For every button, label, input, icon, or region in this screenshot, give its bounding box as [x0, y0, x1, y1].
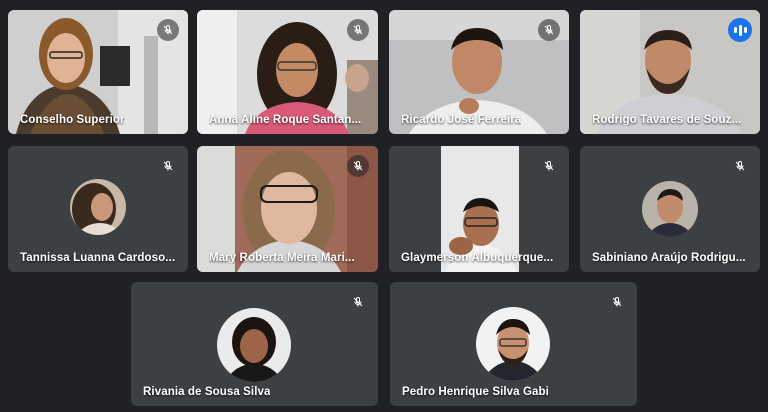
mic-off-icon: [157, 19, 179, 41]
participant-tile-mary-roberta[interactable]: Mary Roberta Meira Mari...: [197, 146, 378, 272]
participant-name: Ricardo José Ferreira: [401, 114, 522, 126]
participant-name: Conselho Superior: [20, 114, 125, 126]
participant-tile-glaymerson[interactable]: Glaymerson Albuquerque...: [389, 146, 569, 272]
avatar: [476, 307, 550, 381]
mic-off-icon: [157, 155, 179, 177]
mic-off-icon: [538, 155, 560, 177]
avatar: [642, 181, 698, 237]
participant-name: Glaymerson Albuquerque...: [401, 252, 554, 264]
mic-off-icon: [606, 291, 628, 313]
participant-tile-rivania[interactable]: Rivania de Sousa Silva: [131, 282, 378, 406]
participant-tile-ricardo-jose[interactable]: Ricardo José Ferreira: [389, 10, 569, 134]
participant-tile-sabiniano[interactable]: Sabiniano Araújo Rodrigu...: [580, 146, 760, 272]
participant-name: Mary Roberta Meira Mari...: [209, 252, 355, 264]
speaking-indicator-icon: [728, 18, 752, 42]
mic-off-icon: [347, 155, 369, 177]
mic-off-icon: [347, 19, 369, 41]
avatar: [70, 179, 126, 235]
participant-name: Rodrigo Tavares de Souz...: [592, 114, 742, 126]
participant-name: Sabiniano Araújo Rodrigu...: [592, 252, 746, 264]
mic-off-icon: [538, 19, 560, 41]
participant-tile-anna-aline[interactable]: Anna Aline Roque Santan...: [197, 10, 378, 134]
participant-name: Rivania de Sousa Silva: [143, 386, 271, 398]
participant-tile-tannissa-luanna[interactable]: Tannissa Luanna Cardoso...: [8, 146, 188, 272]
mic-off-icon: [729, 155, 751, 177]
participant-tile-rodrigo-tavares[interactable]: Rodrigo Tavares de Souz...: [580, 10, 760, 134]
participant-name: Tannissa Luanna Cardoso...: [20, 252, 176, 264]
participant-tile-pedro-henrique[interactable]: Pedro Henrique Silva Gabi: [390, 282, 637, 406]
participant-name: Pedro Henrique Silva Gabi: [402, 386, 549, 398]
avatar: [217, 308, 291, 382]
participant-tile-conselho-superior[interactable]: Conselho Superior: [8, 10, 188, 134]
participant-name: Anna Aline Roque Santan...: [209, 114, 362, 126]
mic-off-icon: [347, 291, 369, 313]
